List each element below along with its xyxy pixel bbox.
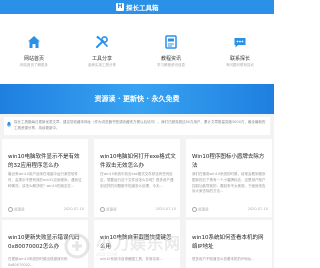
- site-logo[interactable]: H 探长工具箱: [116, 2, 159, 12]
- watermark: 小刀娱乐网 XD0.COM: [64, 226, 274, 266]
- feature-title: 教程资讯: [160, 56, 181, 62]
- book-icon: [165, 35, 177, 49]
- banner-text: 资源读 · 更新快 · 永久免费: [94, 95, 180, 103]
- article-meta: 资源读 2020-07-10: [8, 207, 84, 213]
- contact-icon: [234, 38, 246, 48]
- article-date: 2020-07-10: [247, 207, 268, 211]
- user-icon: [8, 207, 13, 212]
- logo-icon: H: [116, 3, 124, 11]
- feature-home[interactable]: 网站首页 网站首页了解更多: [0, 14, 68, 84]
- author-name: 资源读: [198, 207, 209, 212]
- feature-title: 工具分享: [91, 56, 112, 62]
- watermark-logo-icon: [64, 233, 90, 259]
- article-author: 资源读: [100, 207, 117, 213]
- feature-tutorials[interactable]: 教程资讯 学习教程资讯信息: [137, 14, 205, 84]
- article-title[interactable]: Win10程序图标小盾牌去除方法: [192, 153, 268, 171]
- feature-subtitle: 学习教程资讯信息: [157, 63, 185, 67]
- watermark-text: 小刀娱乐网: [96, 233, 182, 253]
- feature-subtitle: 有问题可联系探长: [226, 63, 254, 67]
- feature-title: 网站首页: [23, 56, 44, 62]
- article-card[interactable]: win10电脑如何打开exe格式文件双击无效怎么办 在win10系统中双击exe…: [94, 139, 180, 217]
- tools-icon: [96, 35, 108, 48]
- feature-nav: 网站首页 网站首页了解更多 工具分享 各种实用工具分享 教程资讯 学习教程资讯信…: [0, 14, 274, 84]
- user-icon: [100, 207, 105, 212]
- watermark-subtext: XD0.COM: [96, 252, 118, 258]
- top-header-bar: H 探长工具箱: [0, 0, 274, 14]
- notice-bar: 探长工具箱每日更新优质文章，建议您收藏本网址（作为浏览器书签或收藏夹方便以后访问…: [4, 117, 270, 135]
- user-icon: [192, 207, 197, 212]
- feature-subtitle: 网站首页了解更多: [20, 63, 48, 67]
- notice-text: 探长工具箱每日更新优质文章，建议您收藏本网址（作为浏览器书签或收藏夹方便以后访问…: [14, 120, 266, 130]
- article-card[interactable]: win10电脑软件显示不是有效的32应用程序怎么办 最近有win10用户反映在电…: [2, 139, 88, 217]
- article-author: 资源读: [192, 207, 209, 213]
- feature-subtitle: 各种实用工具分享: [88, 63, 116, 67]
- feature-tools[interactable]: 工具分享 各种实用工具分享: [68, 14, 136, 84]
- slogan-banner: 资源读 · 更新快 · 永久免费: [0, 84, 274, 114]
- author-name: 资源读: [14, 207, 25, 212]
- article-title[interactable]: win10电脑软件显示不是有效的32应用程序怎么办: [8, 153, 84, 171]
- article-meta: 资源读 2020-07-10: [100, 207, 176, 213]
- article-card[interactable]: Win10程序图标小盾牌去除方法 我们在使用win10系统的时候，经常会看到程序…: [186, 139, 272, 217]
- site-title: 探长工具箱: [126, 4, 159, 12]
- article-meta: 资源读 2020-07-10: [192, 207, 268, 213]
- author-name: 资源读: [106, 207, 117, 212]
- article-date: 2020-07-10: [63, 207, 84, 211]
- article-date: 2020-07-10: [155, 207, 176, 211]
- article-summary: 最近有win10用户反映在电脑中运行某些软件时，会提示不是有效的win32应用程…: [8, 172, 82, 188]
- article-author: 资源读: [8, 207, 25, 213]
- feature-title: 联系探长: [229, 56, 250, 62]
- feature-contact[interactable]: 联系探长 有问题可联系探长: [206, 14, 274, 84]
- article-summary: 我们在使用win10系统的时候，经常会看到程序图标的右下角有一个小盾牌标志，这是…: [192, 172, 266, 194]
- article-title[interactable]: win10电脑如何打开exe格式文件双击无效怎么办: [100, 153, 176, 171]
- article-summary: 在win10系统中双击exe格式文件却没有任何反应，想要运行这个文件该怎么办呢？…: [100, 172, 174, 188]
- home-icon: [28, 36, 40, 48]
- bell-icon: [6, 121, 12, 127]
